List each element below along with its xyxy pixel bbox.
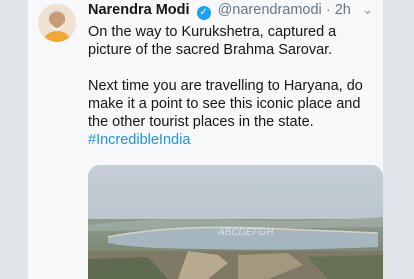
tweet-paragraph-1: On the way to Kurukshetra, captured a pi… bbox=[88, 24, 337, 58]
chevron-down-icon[interactable]: ⌄ bbox=[362, 2, 373, 18]
tweet-text: On the way to Kurukshetra, captured a pi… bbox=[88, 23, 380, 149]
tweet-timestamp[interactable]: 2h bbox=[335, 2, 351, 18]
tweet-paragraph-2: Next time you are travelling to Haryana,… bbox=[88, 78, 363, 130]
left-background bbox=[0, 0, 28, 279]
verified-badge-icon: ✓ bbox=[196, 6, 211, 20]
brahma-sarovar-photo bbox=[88, 165, 383, 279]
tweet-card[interactable]: Narendra Modi ✓ @narendramodi · 2h ⌄ On … bbox=[28, 0, 383, 279]
author-name[interactable]: Narendra Modi bbox=[88, 2, 190, 18]
hashtag-link[interactable]: #IncredibleIndia bbox=[88, 131, 380, 149]
right-background bbox=[383, 0, 414, 279]
photo-watermark: ABCDEFGH bbox=[218, 227, 274, 238]
header-separator: · bbox=[325, 2, 331, 18]
tweet-header: Narendra Modi ✓ @narendramodi · 2h bbox=[88, 2, 351, 20]
avatar[interactable] bbox=[38, 4, 76, 42]
author-handle[interactable]: @narendramodi bbox=[218, 2, 322, 18]
tweet-photo[interactable]: ABCDEFGH bbox=[88, 165, 383, 279]
